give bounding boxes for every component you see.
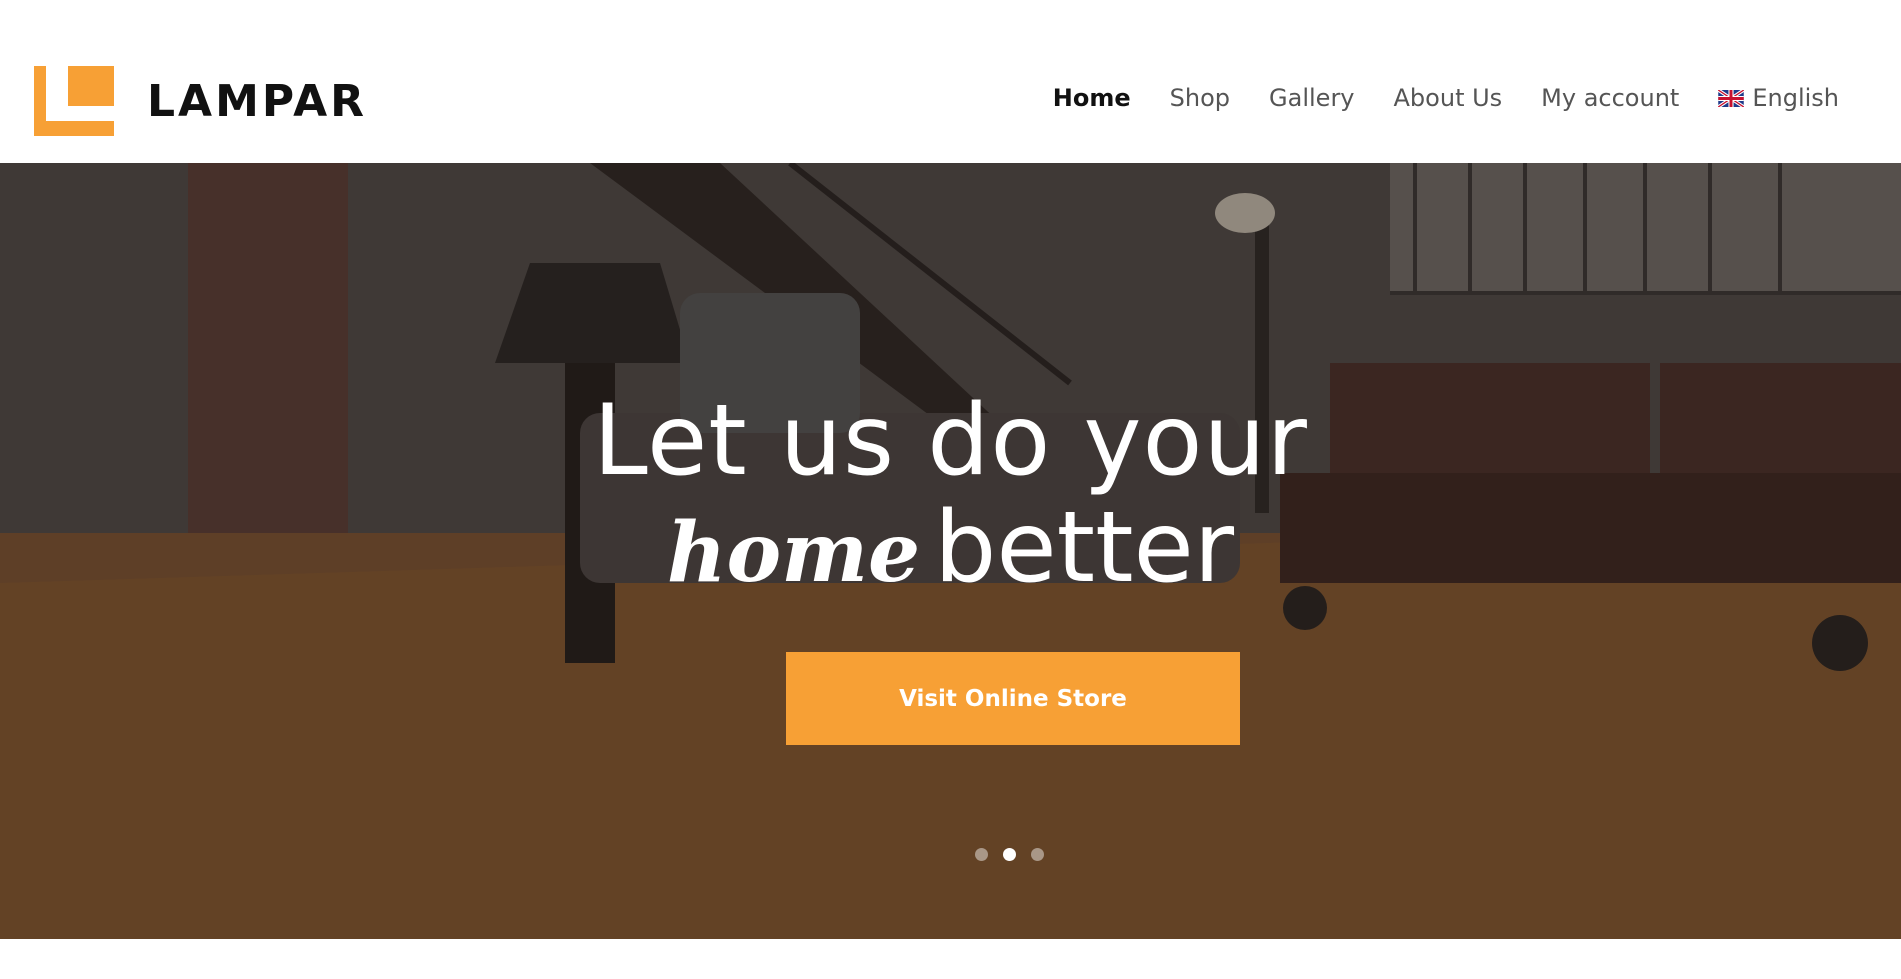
nav-item-about-us[interactable]: About Us [1394, 84, 1503, 112]
brand-name: LAMPAR [147, 75, 368, 127]
slider-pagination [975, 848, 1044, 861]
nav-item-home[interactable]: Home [1053, 84, 1131, 112]
nav-item-my-account[interactable]: My account [1541, 84, 1679, 112]
language-switcher[interactable]: English [1718, 84, 1839, 112]
site-header: LAMPAR Home Shop Gallery About Us My acc… [0, 0, 1901, 163]
nav-item-gallery[interactable]: Gallery [1269, 84, 1354, 112]
hero-headline-script-word: home [666, 505, 921, 601]
slider-dot-1[interactable] [975, 848, 988, 861]
logo[interactable]: LAMPAR [34, 66, 367, 136]
slider-dot-2[interactable] [1003, 848, 1016, 861]
main-nav: Home Shop Gallery About Us My account En… [1053, 84, 1839, 112]
hero-slider: Let us do your home better Visit Online S… [0, 163, 1901, 939]
hero-headline-rest: better [934, 491, 1235, 605]
language-label: English [1752, 84, 1839, 112]
slider-dot-3[interactable] [1031, 848, 1044, 861]
logo-mark-icon [34, 66, 114, 136]
hero-headline-line1: Let us do your [593, 384, 1308, 498]
hero-headline-line2: home better [0, 497, 1901, 604]
hero-headline: Let us do your home better [0, 385, 1901, 604]
nav-item-shop[interactable]: Shop [1170, 84, 1230, 112]
visit-online-store-button[interactable]: Visit Online Store [786, 652, 1240, 745]
uk-flag-icon [1718, 89, 1745, 107]
